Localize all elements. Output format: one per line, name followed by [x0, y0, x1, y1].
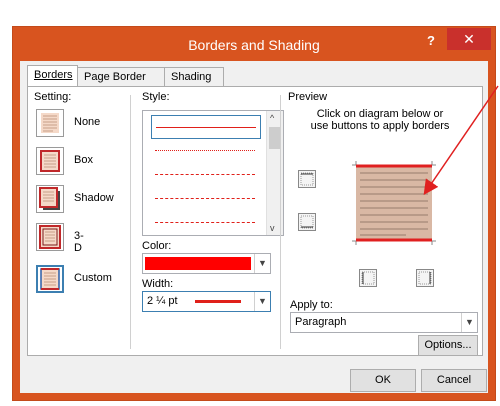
annotation-arrow — [423, 85, 499, 195]
tab-borders[interactable]: Borders — [27, 65, 78, 86]
